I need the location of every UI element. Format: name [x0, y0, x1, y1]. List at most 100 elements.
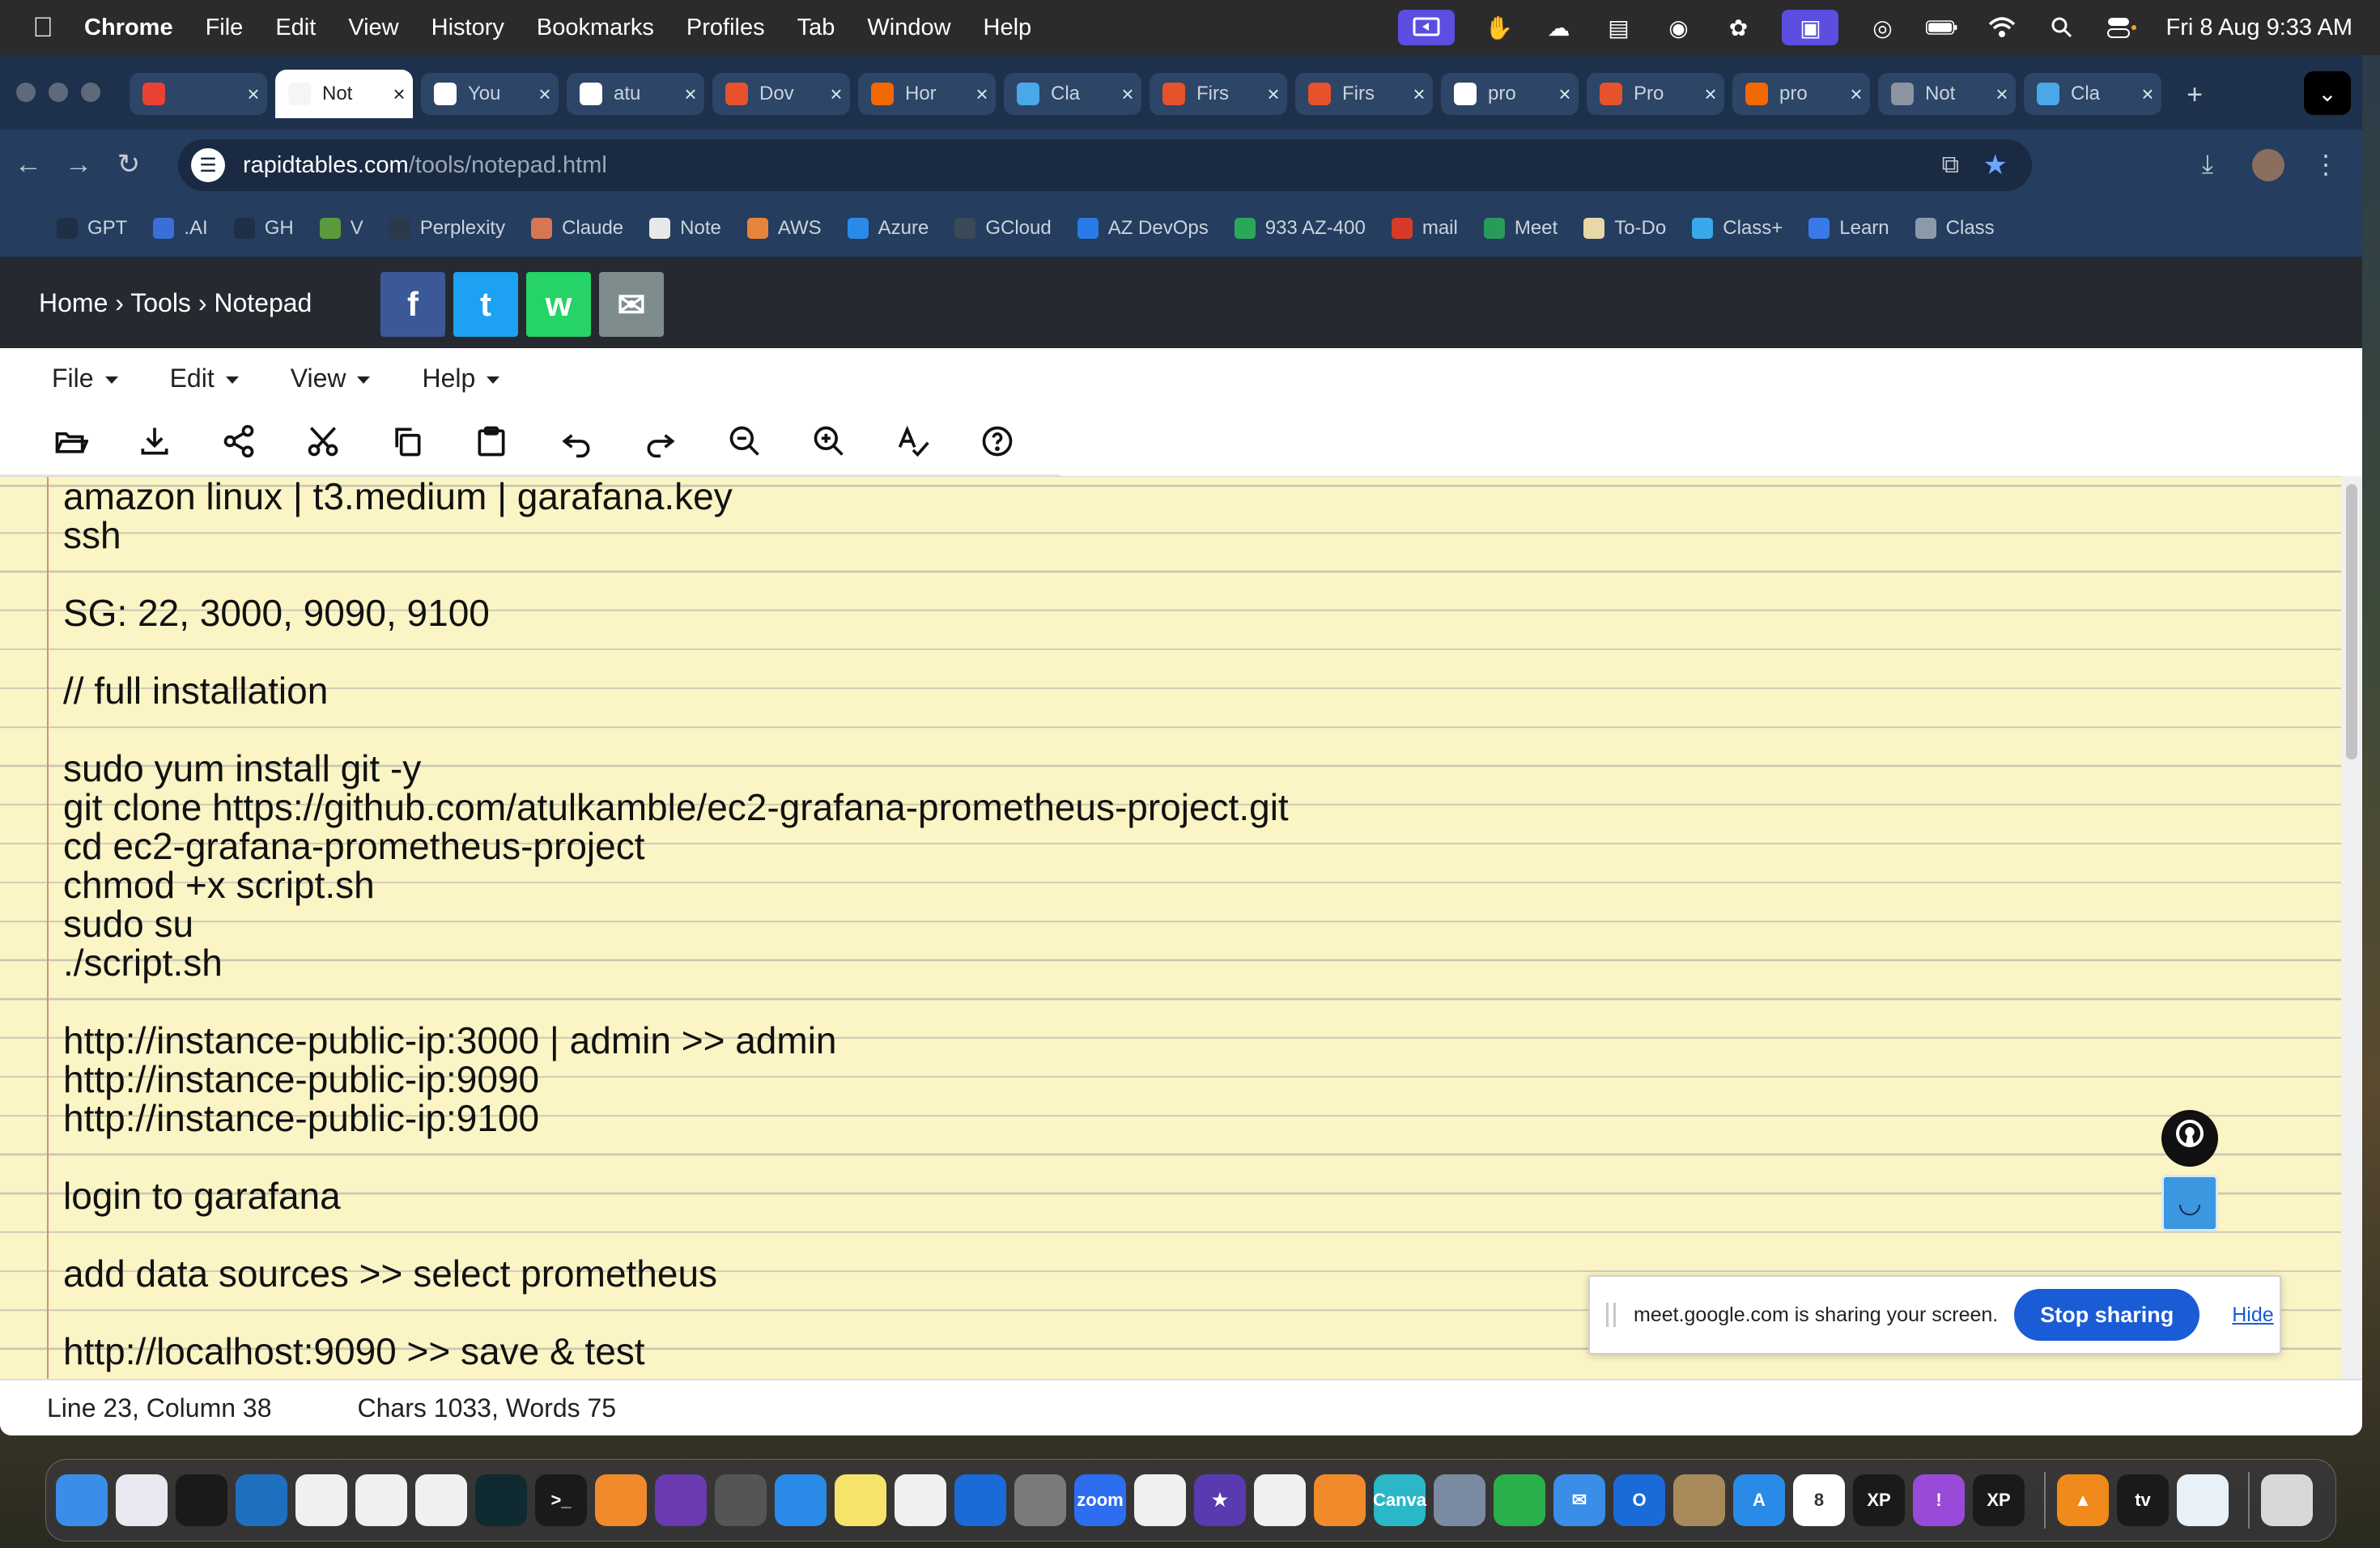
chrome-menu-icon[interactable]: ⋮	[2304, 142, 2348, 186]
breadcrumb[interactable]: Home › Tools › Notepad	[39, 288, 312, 318]
scrollbar-thumb[interactable]	[2346, 484, 2357, 759]
notepad-menu-file[interactable]: File	[52, 364, 118, 393]
close-tab-icon[interactable]: ×	[968, 82, 996, 107]
onedrive-icon[interactable]	[954, 1474, 1006, 1526]
close-tab-icon[interactable]: ×	[1697, 82, 1724, 107]
close-tab-icon[interactable]: ×	[240, 82, 267, 107]
apple-menu-icon[interactable]: 	[29, 12, 57, 43]
app-store-icon[interactable]: A	[1733, 1474, 1785, 1526]
bookmark-item[interactable]: V	[319, 217, 363, 240]
xp-pen-2-icon[interactable]: XP	[1973, 1474, 2025, 1526]
perplexity-icon[interactable]	[475, 1474, 527, 1526]
profile-avatar[interactable]	[2252, 149, 2284, 181]
twitter-share-icon[interactable]: t	[453, 272, 518, 337]
undo-icon[interactable]	[555, 419, 597, 464]
browser-tab[interactable]: You ×	[421, 73, 559, 115]
back-icon[interactable]: ←	[6, 142, 50, 186]
browser-tab[interactable]: pro ×	[1441, 73, 1579, 115]
clock[interactable]: Fri 8 Aug 9:33 AM	[2165, 15, 2352, 41]
bookmark-item[interactable]: To-Do	[1583, 217, 1666, 240]
bookmark-item[interactable]: Meet	[1483, 217, 1558, 240]
keyhole-widget-icon[interactable]	[2161, 1110, 2218, 1167]
whatsapp-share-icon[interactable]: w	[526, 272, 591, 337]
sublime-merge-icon[interactable]	[595, 1474, 647, 1526]
bookmark-item[interactable]: AWS	[746, 217, 822, 240]
launchpad-icon[interactable]	[116, 1474, 168, 1526]
bookmark-item[interactable]: .AI	[153, 217, 208, 240]
bookmark-star-icon[interactable]: ★	[1983, 149, 2008, 181]
browser-tab[interactable]: Firs ×	[1295, 73, 1433, 115]
close-tab-icon[interactable]: ×	[1260, 82, 1287, 107]
close-tab-icon[interactable]: ×	[1988, 82, 2016, 107]
terminal-icon[interactable]: >_	[535, 1474, 587, 1526]
bookmark-item[interactable]: Class	[1915, 217, 1995, 240]
redo-icon[interactable]	[639, 419, 682, 464]
bookmark-item[interactable]: 933 AZ-400	[1234, 217, 1366, 240]
bookmark-item[interactable]: Claude	[531, 217, 623, 240]
onepassword-icon[interactable]: ◉	[1662, 14, 1694, 41]
openai-icon[interactable]	[295, 1474, 347, 1526]
bookmark-item[interactable]: GH	[233, 217, 294, 240]
numbers-icon[interactable]	[1494, 1474, 1545, 1526]
smile-widget-icon[interactable]: ◡	[2161, 1175, 2218, 1231]
close-tab-icon[interactable]: ×	[677, 82, 704, 107]
menu-edit[interactable]: Edit	[275, 15, 316, 41]
wifi-icon[interactable]	[1986, 14, 2018, 41]
copy-icon[interactable]	[386, 419, 429, 464]
close-tab-icon[interactable]: ×	[531, 82, 559, 107]
spotlight-search-icon[interactable]	[2046, 14, 2078, 41]
xp-pen-1-icon[interactable]: XP	[1853, 1474, 1905, 1526]
vertical-scrollbar[interactable]	[2341, 476, 2362, 1379]
menu-help[interactable]: Help	[984, 15, 1032, 41]
cloud-icon[interactable]: ☁	[1542, 14, 1575, 41]
browser-tab[interactable]: pro ×	[1732, 73, 1870, 115]
close-tab-icon[interactable]: ×	[385, 82, 413, 107]
menu-bookmarks[interactable]: Bookmarks	[537, 15, 654, 41]
contacts-icon[interactable]	[1673, 1474, 1725, 1526]
imovie-icon[interactable]: ★	[1194, 1474, 1246, 1526]
github-desktop-icon[interactable]	[655, 1474, 707, 1526]
hide-banner-link[interactable]: Hide	[2232, 1303, 2273, 1327]
notepad-text-area[interactable]: amazon linux | t3.medium | garafana.key …	[0, 476, 2341, 1379]
stop-sharing-button[interactable]: Stop sharing	[2014, 1289, 2200, 1341]
close-tab-icon[interactable]: ×	[1551, 82, 1579, 107]
address-bar[interactable]: ☰ rapidtables.com/tools/notepad.html ⧉ ★	[178, 139, 2032, 191]
battery-icon[interactable]	[1926, 14, 1958, 41]
menu-history[interactable]: History	[431, 15, 504, 41]
browser-tab[interactable]: Dov ×	[712, 73, 850, 115]
browser-tab[interactable]: Cla ×	[1004, 73, 1141, 115]
zoom-out-icon[interactable]	[723, 419, 766, 464]
minimize-window-button[interactable]	[49, 83, 68, 102]
browser-tab[interactable]: Not ×	[275, 70, 413, 118]
browser-tab[interactable]: Firs ×	[1150, 73, 1287, 115]
reload-icon[interactable]: ↻	[107, 142, 151, 186]
bookmark-item[interactable]: Azure	[847, 217, 929, 240]
open-folder-icon[interactable]	[49, 419, 91, 464]
downloads-icon[interactable]: ⤓	[2186, 142, 2229, 186]
vscode-icon[interactable]	[236, 1474, 287, 1526]
mirror-icon[interactable]: ▣	[1782, 10, 1839, 45]
bookmark-item[interactable]: Learn	[1808, 217, 1889, 240]
vlc-icon[interactable]: ▲	[2057, 1474, 2109, 1526]
notepad-menu-view[interactable]: View	[291, 364, 371, 393]
close-tab-icon[interactable]: ×	[1842, 82, 1870, 107]
keyshape-icon[interactable]	[415, 1474, 467, 1526]
system-settings-icon[interactable]	[1014, 1474, 1066, 1526]
browser-tab[interactable]: Cla ×	[2024, 73, 2161, 115]
bookmark-item[interactable]: Perplexity	[389, 217, 505, 240]
reminders-icon[interactable]	[1254, 1474, 1306, 1526]
browser-tab[interactable]: ×	[130, 73, 267, 115]
zoom-icon[interactable]: zoom	[1074, 1474, 1126, 1526]
bookmark-item[interactable]: Class+	[1692, 217, 1783, 240]
feedback-icon[interactable]: !	[1913, 1474, 1965, 1526]
note-content[interactable]: amazon linux | t3.medium | garafana.key …	[63, 477, 1289, 1371]
paste-icon[interactable]	[470, 419, 513, 464]
drive-icon[interactable]: ▤	[1602, 14, 1634, 41]
screen-share-status-icon[interactable]	[1398, 10, 1456, 45]
bookmark-item[interactable]: Note	[649, 217, 721, 240]
bookmark-item[interactable]: AZ DevOps	[1077, 217, 1209, 240]
new-tab-button[interactable]: +	[2181, 81, 2208, 110]
notes-icon[interactable]	[835, 1474, 886, 1526]
notepad-menu-edit[interactable]: Edit	[170, 364, 239, 393]
bookmark-item[interactable]: GCloud	[954, 217, 1052, 240]
